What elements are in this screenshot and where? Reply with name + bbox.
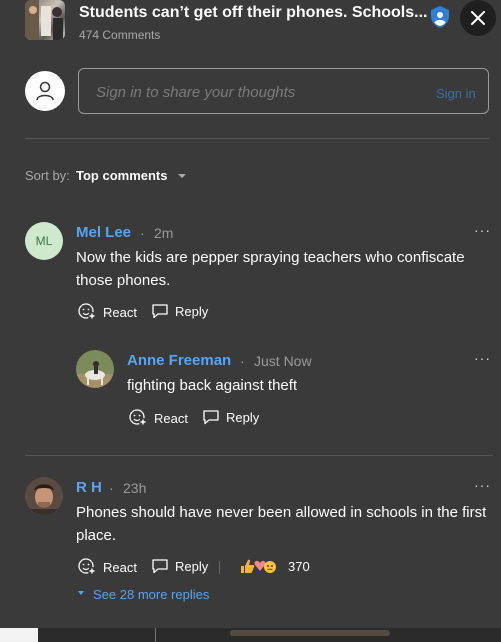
avatar[interactable]: ML (25, 222, 63, 260)
react-icon (129, 409, 147, 426)
user-avatar (25, 71, 65, 111)
sort-dropdown[interactable]: Top comments (76, 168, 168, 183)
comment-author[interactable]: Mel Lee (76, 224, 131, 241)
shield-icon[interactable] (428, 5, 452, 29)
see-more-replies-link[interactable]: See 28 more replies (93, 587, 209, 602)
reply-text: fighting back against theft (127, 377, 298, 394)
caret-down-icon[interactable] (178, 174, 186, 178)
action-separator (219, 561, 220, 574)
close-icon (471, 11, 485, 25)
comment-time: 2m (154, 225, 174, 241)
article-thumbnail (25, 0, 65, 40)
sort-label: Sort by: (25, 168, 70, 183)
more-icon[interactable]: ··· (474, 222, 491, 238)
reply-author[interactable]: Anne Freeman (127, 352, 231, 369)
comment-text: Phones should have never been allowed in… (76, 504, 487, 544)
react-icon (78, 303, 96, 320)
reply-button[interactable]: Reply (151, 558, 208, 574)
separator-dot: · (140, 225, 145, 241)
react-icon (78, 558, 96, 575)
reply-icon (203, 410, 219, 425)
divider (25, 455, 493, 456)
react-button[interactable]: React (129, 409, 188, 427)
bottom-content-strip (0, 628, 501, 642)
comment-time: 23h (123, 480, 147, 496)
reply-button[interactable]: Reply (151, 303, 208, 319)
reaction-emojis-icon[interactable] (238, 557, 282, 575)
comment-author[interactable]: R H (76, 479, 102, 496)
reaction-count: 370 (288, 559, 310, 574)
comment-count: 474 Comments (79, 28, 161, 42)
reply-label[interactable]: Reply (226, 410, 259, 425)
avatar[interactable] (76, 350, 114, 388)
reply-label[interactable]: Reply (175, 559, 208, 574)
separator-dot: · (240, 353, 245, 369)
user-icon (36, 81, 54, 101)
close-button[interactable] (460, 0, 496, 36)
reply-icon (152, 304, 168, 319)
comment-input-placeholder[interactable]: Sign in to share your thoughts (96, 84, 295, 101)
caret-down-icon[interactable] (78, 591, 84, 595)
reply-label[interactable]: Reply (175, 304, 208, 319)
react-button[interactable]: React (78, 303, 137, 321)
react-button[interactable]: React (78, 558, 137, 576)
separator-dot: · (109, 480, 114, 496)
reply-time: Just Now (254, 353, 312, 369)
react-label[interactable]: React (154, 411, 188, 426)
more-icon[interactable]: ··· (474, 477, 491, 493)
sign-in-link[interactable]: Sign in (436, 86, 476, 101)
reply-button[interactable]: Reply (202, 409, 259, 425)
react-label[interactable]: React (103, 305, 137, 320)
divider (25, 138, 489, 139)
article-title[interactable]: Students can’t get off their phones. Sch… (79, 4, 427, 22)
more-icon[interactable]: ··· (474, 350, 491, 366)
react-label[interactable]: React (103, 560, 137, 575)
reply-icon (152, 559, 168, 574)
avatar[interactable] (25, 477, 63, 515)
comment-text: Now the kids are pepper spraying teacher… (76, 249, 465, 289)
